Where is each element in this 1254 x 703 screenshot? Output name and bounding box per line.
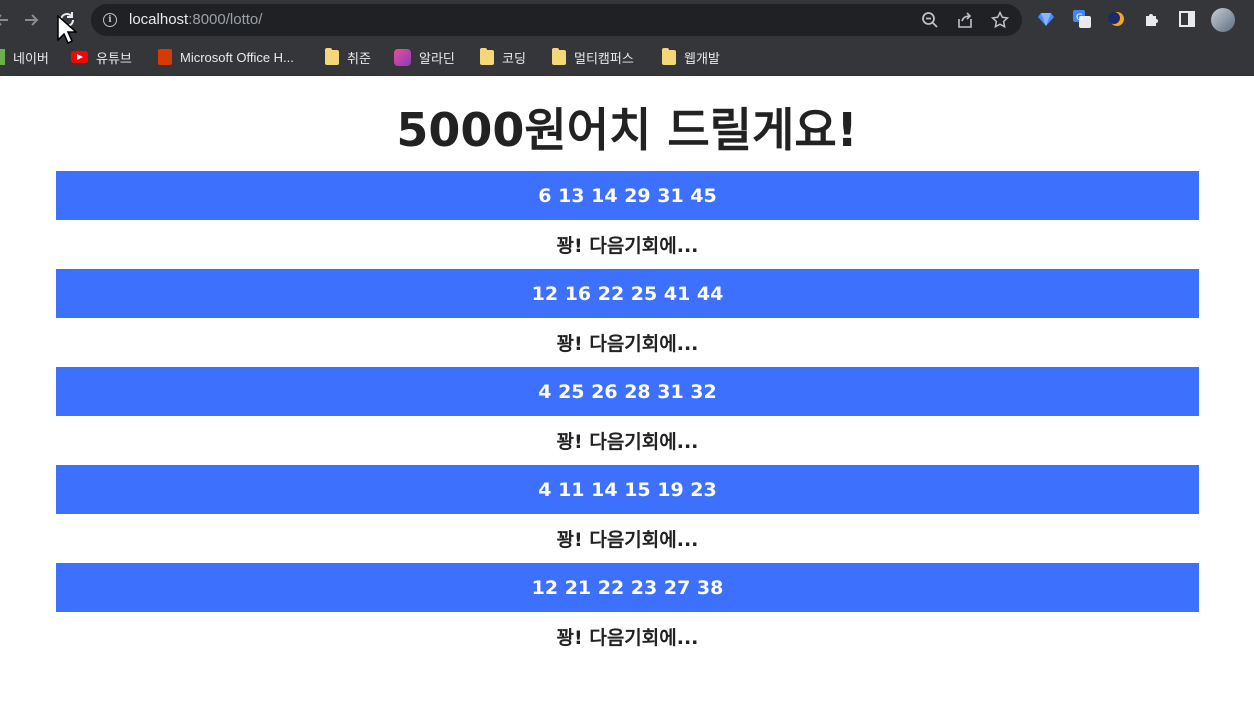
bookmark-label: 멀티캠퍼스	[574, 50, 634, 66]
lotto-result-text: 꽝! 다음기회에...	[56, 318, 1199, 367]
site-info-icon[interactable]: i	[103, 13, 117, 27]
extensions-puzzle-icon[interactable]	[1141, 8, 1163, 30]
bookmark-label: 취준	[347, 50, 371, 66]
forward-button[interactable]	[17, 6, 45, 34]
lotto-result-text: 꽝! 다음기회에...	[56, 514, 1199, 563]
lotto-results-list: 6 13 14 29 31 45 꽝! 다음기회에... 12 16 22 25…	[56, 171, 1199, 661]
browser-toolbar: i localhost:8000/lotto/ G	[0, 0, 1254, 40]
bookmark-aladin[interactable]: 알라딘	[394, 46, 455, 68]
bookmark-label: 알라딘	[419, 50, 455, 66]
lotto-result-text: 꽝! 다음기회에...	[56, 416, 1199, 465]
lotto-numbers-row: 4 25 26 28 31 32	[56, 367, 1199, 416]
folder-icon	[325, 47, 339, 65]
bookmark-label: 코딩	[502, 50, 526, 66]
back-arrow-icon	[0, 14, 8, 26]
bookmark-folder-webdev[interactable]: 웹개발	[662, 46, 720, 68]
side-panel-icon[interactable]	[1176, 8, 1198, 30]
mouse-cursor-icon	[57, 15, 77, 45]
back-button[interactable]	[0, 6, 16, 34]
lotto-numbers-row: 12 16 22 25 41 44	[56, 269, 1199, 318]
bookmark-label: 유튜브	[96, 50, 132, 66]
aladin-icon	[394, 48, 411, 66]
bookmark-folder-multicampus[interactable]: 멀티캠퍼스	[552, 46, 634, 68]
svg-text:G: G	[1076, 13, 1083, 23]
page-content: 5000원어치 드릴게요! 6 13 14 29 31 45 꽝! 다음기회에.…	[0, 76, 1254, 703]
lotto-numbers-row: 12 21 22 23 27 38	[56, 563, 1199, 612]
bookmark-label: Microsoft Office H...	[180, 49, 294, 65]
lotto-result-text: 꽝! 다음기회에...	[56, 220, 1199, 269]
bookmark-youtube[interactable]: 유튜브	[71, 46, 132, 68]
folder-icon	[662, 47, 676, 65]
page-title: 5000원어치 드릴게요!	[396, 103, 858, 157]
gem-extension-icon[interactable]	[1035, 8, 1057, 30]
bookmark-folder-chwijun[interactable]: 취준	[325, 46, 371, 68]
bookmark-folder-coding[interactable]: 코딩	[480, 46, 526, 68]
bookmark-naver[interactable]: 네이버	[0, 46, 49, 68]
url-host: localhost	[129, 11, 189, 28]
zoom-icon[interactable]	[920, 10, 940, 30]
share-icon[interactable]	[955, 10, 975, 30]
bookmark-star-icon[interactable]	[990, 10, 1010, 30]
lotto-numbers-row: 6 13 14 29 31 45	[56, 171, 1199, 220]
url-path: :8000/lotto/	[188, 11, 263, 28]
profile-avatar[interactable]	[1210, 7, 1236, 33]
url-text[interactable]: localhost:8000/lotto/	[129, 11, 262, 28]
bookmark-microsoft-office[interactable]: Microsoft Office H...	[158, 46, 294, 68]
youtube-icon	[71, 51, 88, 63]
naver-icon	[0, 49, 5, 65]
bookmark-label: 네이버	[13, 50, 49, 66]
folder-icon	[480, 47, 494, 65]
translate-extension-icon[interactable]: G	[1071, 8, 1093, 30]
office-icon	[158, 49, 172, 65]
folder-icon	[552, 47, 566, 65]
lotto-numbers-row: 4 11 14 15 19 23	[56, 465, 1199, 514]
lotto-result-text: 꽝! 다음기회에...	[56, 612, 1199, 661]
bookmarks-bar: 네이버 유튜브 Microsoft Office H... 취준 알라딘 코딩 …	[0, 40, 1254, 76]
address-bar[interactable]: i localhost:8000/lotto/	[91, 4, 1022, 36]
moon-extension-icon[interactable]	[1106, 8, 1128, 30]
bookmark-label: 웹개발	[684, 50, 720, 66]
forward-arrow-icon	[25, 14, 39, 26]
